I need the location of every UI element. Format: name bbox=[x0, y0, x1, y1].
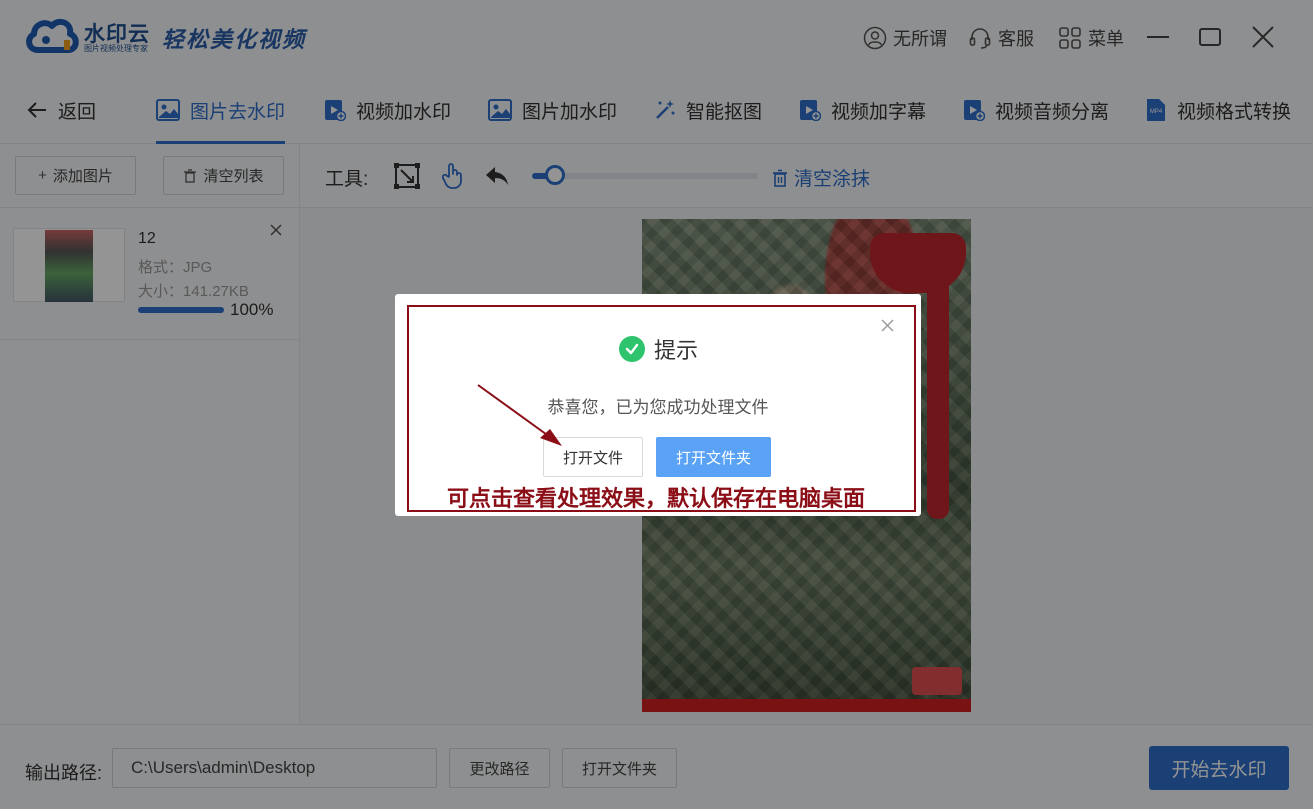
close-icon bbox=[881, 319, 894, 332]
dialog-message: 恭喜您，已为您成功处理文件 bbox=[547, 398, 769, 417]
open-file-label: 打开文件 bbox=[562, 449, 623, 467]
success-check-icon bbox=[619, 336, 645, 362]
annotation-note: 可点击查看处理效果，默认保存在电脑桌面 bbox=[447, 486, 866, 511]
success-dialog: 提示 恭喜您，已为您成功处理文件 打开文件 打开文件夹 可点击查看处理效果，默认… bbox=[395, 294, 921, 516]
annotation-arrow-icon bbox=[477, 384, 562, 446]
dialog-close-button[interactable] bbox=[881, 316, 894, 337]
open-folder-label: 打开文件夹 bbox=[675, 449, 751, 467]
open-folder-button[interactable]: 打开文件夹 bbox=[656, 437, 771, 477]
dialog-title: 提示 bbox=[654, 338, 699, 363]
dialog-header: 提示 bbox=[619, 333, 698, 365]
